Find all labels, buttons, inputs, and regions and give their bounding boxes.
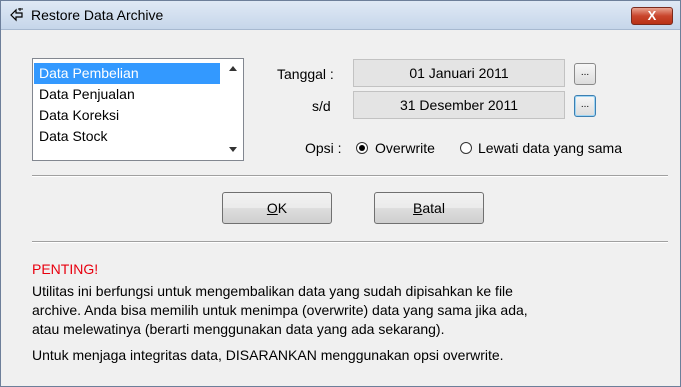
option-label: Opsi : bbox=[305, 140, 342, 156]
ok-button[interactable]: OK bbox=[222, 192, 332, 224]
scroll-down-arrow-icon[interactable] bbox=[229, 147, 237, 152]
ok-label: K bbox=[277, 200, 288, 216]
restore-archive-icon bbox=[10, 8, 23, 22]
skip-radio[interactable] bbox=[460, 142, 472, 154]
skip-label[interactable]: Lewati data yang sama bbox=[478, 140, 622, 156]
list-item-data-koreksi[interactable]: Data Koreksi bbox=[34, 105, 220, 126]
title-bar: Restore Data Archive X bbox=[1, 1, 680, 30]
date-from-picker-button[interactable]: ... bbox=[574, 63, 596, 85]
notice-line-2: archive. Anda bisa memilih untuk menimpa… bbox=[32, 302, 528, 318]
notice-line-3: atau melewatinya (berarti menggunakan da… bbox=[32, 321, 445, 337]
list-item-data-penjualan[interactable]: Data Penjualan bbox=[34, 84, 220, 105]
date-from-field[interactable]: 01 Januari 2011 bbox=[353, 59, 565, 87]
scroll-up-arrow-icon[interactable] bbox=[229, 66, 237, 71]
restore-dialog: Restore Data Archive X Data Pembelian Da… bbox=[0, 0, 681, 387]
warning-heading: PENTING! bbox=[32, 261, 99, 277]
close-button[interactable]: X bbox=[631, 7, 673, 25]
divider-top bbox=[32, 175, 668, 177]
cancel-accelerator: B bbox=[413, 200, 423, 216]
date-to-label: s/d bbox=[312, 98, 331, 114]
list-item-data-stock[interactable]: Data Stock bbox=[34, 126, 220, 147]
ok-accelerator: O bbox=[266, 200, 278, 216]
date-to-field[interactable]: 31 Desember 2011 bbox=[353, 91, 565, 119]
date-to-picker-button[interactable]: ... bbox=[574, 95, 596, 117]
list-item-data-pembelian[interactable]: Data Pembelian bbox=[34, 63, 220, 84]
cancel-label: atal bbox=[422, 200, 445, 216]
notice-line-1: Utilitas ini berfungsi untuk mengembalik… bbox=[32, 283, 513, 299]
notice-line-4: Untuk menjaga integritas data, DISARANKA… bbox=[32, 347, 504, 363]
date-from-label: Tanggal : bbox=[277, 66, 334, 82]
overwrite-radio[interactable] bbox=[356, 142, 368, 154]
divider-bottom bbox=[32, 241, 668, 243]
archive-type-list[interactable]: Data Pembelian Data Penjualan Data Korek… bbox=[32, 58, 244, 161]
overwrite-label[interactable]: Overwrite bbox=[375, 140, 435, 156]
window-title: Restore Data Archive bbox=[31, 7, 164, 23]
cancel-button[interactable]: Batal bbox=[374, 192, 484, 224]
